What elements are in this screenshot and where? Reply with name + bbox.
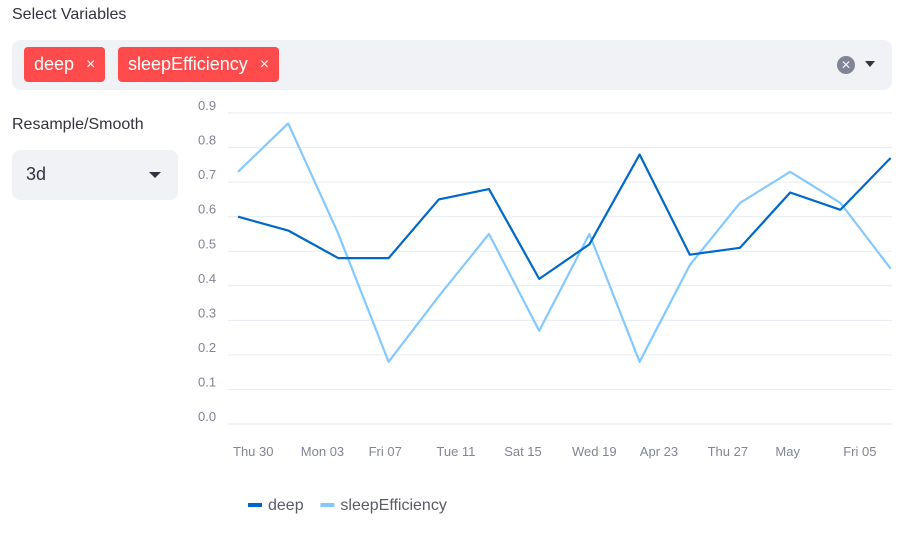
x-tick-label: Mon 03: [301, 444, 344, 459]
x-tick-label: Fri 07: [369, 444, 402, 459]
x-tick-label: Tue 11: [436, 444, 475, 459]
y-tick-label: 0.4: [198, 271, 216, 286]
x-tick-label: Wed 19: [572, 444, 617, 459]
y-tick-label: 0.3: [198, 305, 216, 320]
x-tick-label: Thu 27: [708, 444, 748, 459]
x-tick-label: Apr 23: [640, 444, 678, 459]
y-tick-label: 0.1: [198, 374, 216, 389]
x-tick-label: Sat 15: [504, 444, 542, 459]
legend-label-sleepEfficiency: sleepEfficiency: [340, 497, 446, 514]
y-tick-label: 0.7: [198, 167, 216, 182]
line-chart[interactable]: 0.0 0.1 0.2 0.3 0.4 0.5 0.6 0.7 0.8 0.9 Thu 30 Mon …: [0, 0, 920, 552]
y-tick-label: 0.8: [198, 133, 216, 148]
y-tick-label: 0.0: [198, 409, 216, 424]
series-line-sleepEfficiency: [237, 122, 892, 363]
x-tick-label: Thu 30: [233, 444, 273, 459]
y-tick-label: 0.5: [198, 236, 216, 251]
x-tick-label: Fri 05: [843, 444, 876, 459]
y-tick-label: 0.9: [198, 98, 216, 113]
y-tick-label: 0.6: [198, 202, 216, 217]
x-tick-label: May: [775, 444, 800, 459]
legend-label-deep: deep: [268, 497, 304, 514]
y-tick-label: 0.2: [198, 340, 216, 355]
